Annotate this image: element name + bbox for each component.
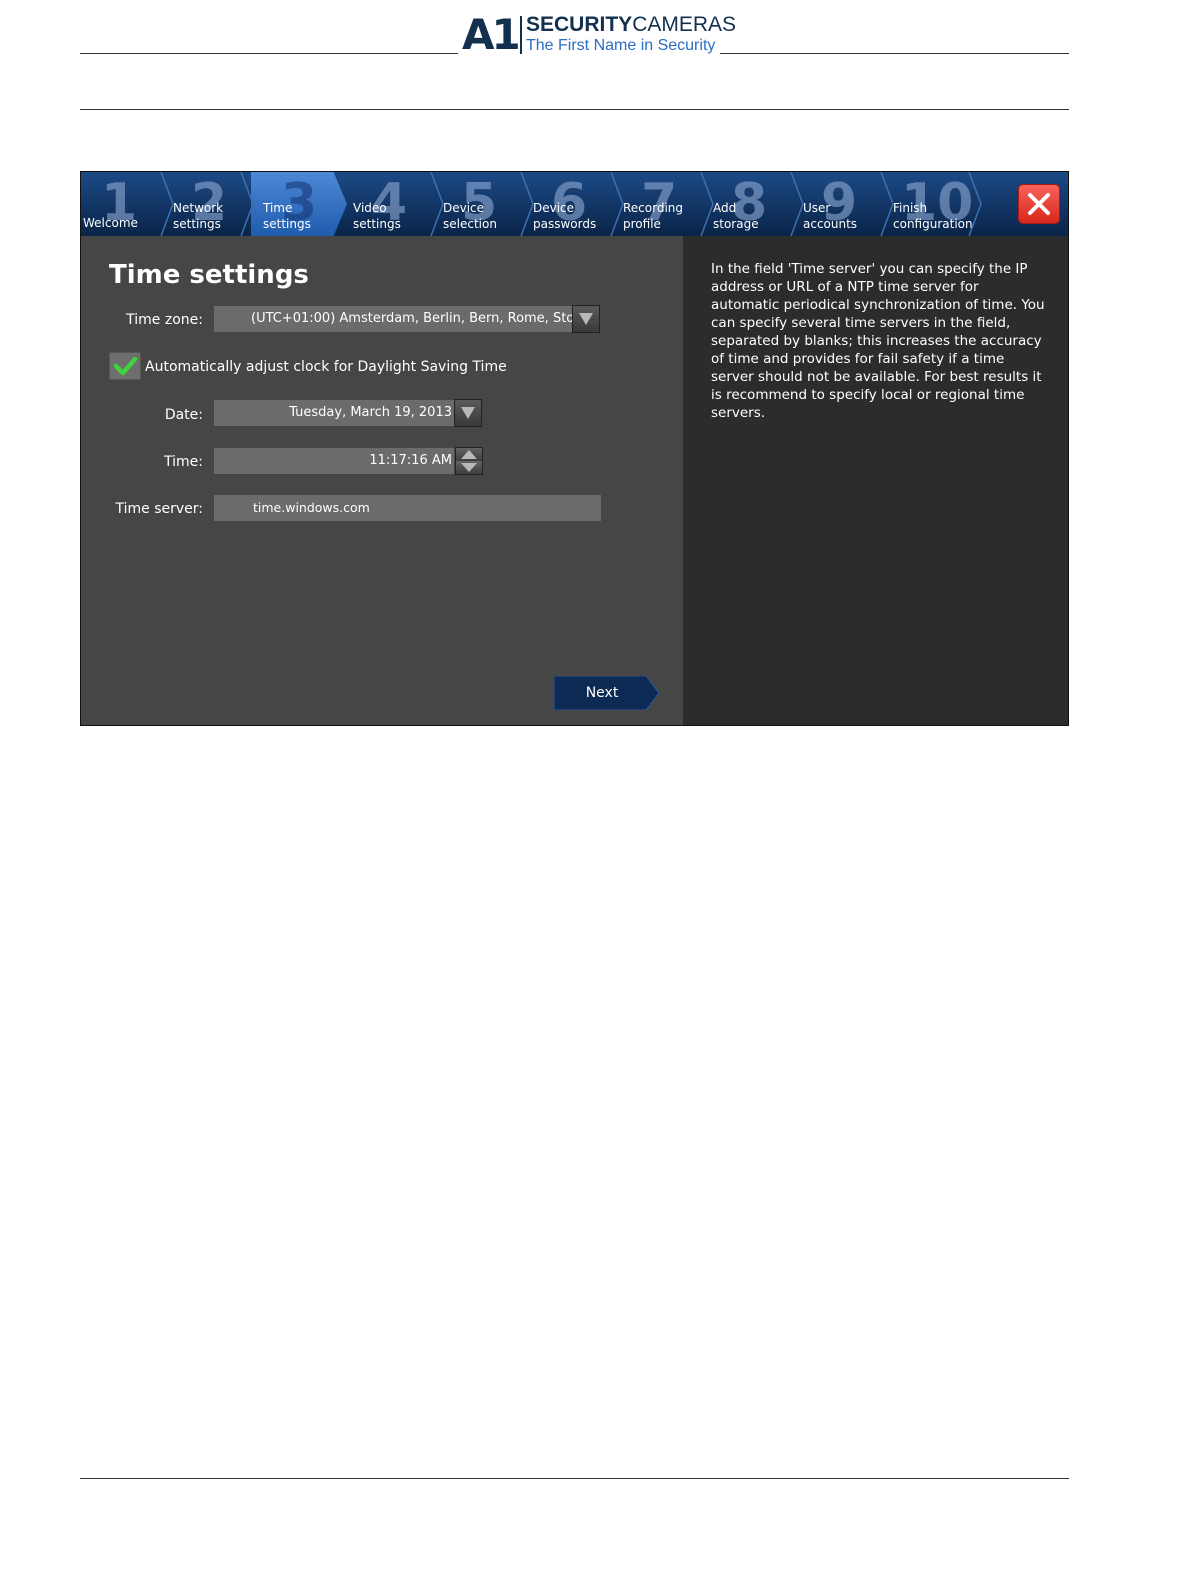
close-wizard-button[interactable] [1018, 184, 1060, 224]
step-label: Device passwords [533, 201, 597, 231]
logo-word-bold: SECURITY [526, 13, 633, 36]
time-server-input[interactable]: time.windows.com [214, 495, 601, 521]
date-label: Date: [164, 407, 203, 423]
step-label: Device selection [443, 201, 497, 231]
time-server-label: Time server: [115, 501, 204, 517]
logo-word-light: CAMERAS [632, 13, 737, 36]
time-zone-dropdown-button[interactable] [572, 305, 600, 333]
time-zone-label: Time zone: [126, 312, 203, 328]
step-label: Welcome [83, 216, 138, 230]
setup-wizard-window: 1 Welcome 2 Network settings 3 Time sett… [80, 171, 1069, 726]
step-label: Video settings [353, 201, 401, 231]
date-dropdown-button[interactable] [454, 399, 482, 427]
chevron-down-icon [579, 313, 593, 325]
help-text: In the field 'Time server' you can speci… [711, 261, 1045, 421]
calendar-dropdown-icon [461, 407, 475, 419]
step-label: Network settings [173, 201, 224, 231]
dst-checkbox[interactable] [109, 352, 141, 380]
time-stepper[interactable] [455, 447, 483, 475]
next-button-label: Next [585, 685, 619, 701]
arrow-up-icon [461, 450, 477, 459]
wizard-step-device-selection[interactable]: 5 Device selection [441, 172, 533, 236]
wizard-step-welcome[interactable]: 1 Welcome [81, 172, 173, 236]
step-label: Time settings [263, 201, 311, 231]
dst-checkbox-label: Automatically adjust clock for Daylight … [145, 359, 507, 375]
time-zone-select[interactable]: (UTC+01:00) Amsterdam, Berlin, Bern, Rom… [214, 306, 572, 332]
wizard-step-video-settings[interactable]: 4 Video settings [351, 172, 443, 236]
page-title: Time settings [109, 260, 309, 290]
checkmark-icon [113, 356, 138, 376]
arrow-down-icon [461, 463, 477, 472]
logo-mark: A1 [462, 10, 521, 59]
step-label: Recording profile [623, 201, 684, 231]
wizard-step-device-passwords[interactable]: 6 Device passwords [531, 172, 623, 236]
wizard-step-add-storage[interactable]: 8 Add storage [711, 172, 803, 236]
step-label: Finish configuration [893, 201, 973, 231]
logo-wordmark: SECURITYCAMERAS [526, 13, 736, 37]
time-settings-form: Time settings Time zone: (UTC+01:00) Ams… [81, 236, 683, 725]
wizard-step-finish-configuration[interactable]: 10 Finish configuration [891, 172, 991, 236]
time-increment-button[interactable] [456, 448, 482, 461]
time-decrement-button[interactable] [456, 461, 482, 474]
logo-tagline: The First Name in Security [526, 37, 716, 54]
wizard-step-recording-profile[interactable]: 7 Recording profile [621, 172, 713, 236]
step-label: Add storage [713, 201, 759, 231]
help-panel: In the field 'Time server' you can speci… [683, 236, 1068, 725]
footer-rule [80, 1478, 1069, 1479]
logo-divider [520, 16, 522, 54]
time-field[interactable]: 11:17:16 AM [214, 448, 454, 474]
header-rule-right [718, 53, 1069, 54]
wizard-step-bar: 1 Welcome 2 Network settings 3 Time sett… [81, 172, 1068, 236]
header-rule-left [80, 53, 460, 54]
time-label: Time: [164, 454, 203, 470]
wizard-step-user-accounts[interactable]: 9 User accounts [801, 172, 893, 236]
date-picker-field[interactable]: Tuesday, March 19, 2013 [214, 400, 454, 426]
header-rule-lower [80, 109, 1069, 110]
step-label: User accounts [803, 201, 858, 231]
wizard-step-time-settings[interactable]: 3 Time settings [251, 172, 347, 236]
company-logo: A1 SECURITYCAMERAS The First Name in Sec… [458, 10, 736, 59]
close-icon [1028, 193, 1050, 215]
wizard-step-network-settings[interactable]: 2 Network settings [171, 172, 263, 236]
next-button[interactable]: Next [554, 676, 660, 710]
